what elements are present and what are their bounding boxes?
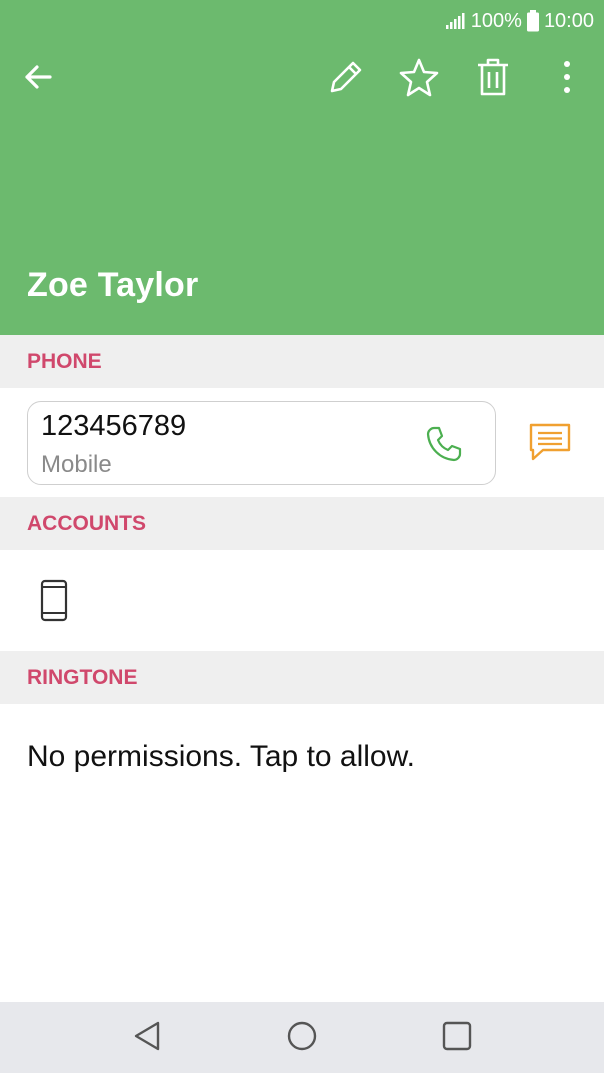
status-time: 10:00: [543, 9, 594, 32]
phone-number: 123456789: [41, 410, 187, 442]
section-header-phone: PHONE: [0, 335, 604, 388]
message-icon: [528, 422, 572, 467]
signal-icon: [445, 12, 467, 30]
section-title-ringtone: RINGTONE: [27, 665, 138, 689]
contact-name: Zoe Taylor: [27, 266, 199, 304]
star-icon: [398, 56, 440, 103]
ringtone-permission-prompt[interactable]: No permissions. Tap to allow.: [27, 740, 415, 774]
edit-pencil-icon: [325, 57, 365, 102]
nav-home-button[interactable]: [280, 1016, 324, 1060]
phone-device-icon: [37, 578, 71, 624]
more-options-button[interactable]: [541, 53, 593, 105]
back-arrow-icon: [22, 61, 54, 98]
section-title-accounts: ACCOUNTS: [27, 511, 146, 535]
favorite-button[interactable]: [393, 53, 445, 105]
phone-call-icon[interactable]: [423, 423, 465, 465]
phone-type-label: Mobile: [41, 451, 112, 478]
battery-icon: [526, 10, 540, 32]
phone-entry[interactable]: 123456789 Mobile: [27, 401, 496, 485]
status-bar: 100% 10:00: [445, 8, 594, 34]
section-header-ringtone: RINGTONE: [0, 651, 604, 704]
trash-icon: [475, 57, 511, 102]
nav-recents-button[interactable]: [435, 1016, 479, 1060]
nav-home-icon: [286, 1020, 318, 1057]
section-title-phone: PHONE: [27, 349, 102, 373]
delete-button[interactable]: [467, 53, 519, 105]
navigation-bar: [0, 1002, 604, 1073]
more-vert-icon: [562, 59, 572, 100]
nav-back-button[interactable]: [125, 1016, 169, 1060]
nav-recents-icon: [442, 1021, 472, 1056]
nav-back-icon: [132, 1020, 162, 1057]
section-header-accounts: ACCOUNTS: [0, 497, 604, 550]
contact-header: 100% 10:00 Zoe Taylor: [0, 0, 604, 335]
battery-percent: 100%: [470, 9, 522, 32]
message-button[interactable]: [526, 421, 574, 467]
edit-button[interactable]: [319, 53, 371, 105]
back-button[interactable]: [12, 53, 64, 105]
